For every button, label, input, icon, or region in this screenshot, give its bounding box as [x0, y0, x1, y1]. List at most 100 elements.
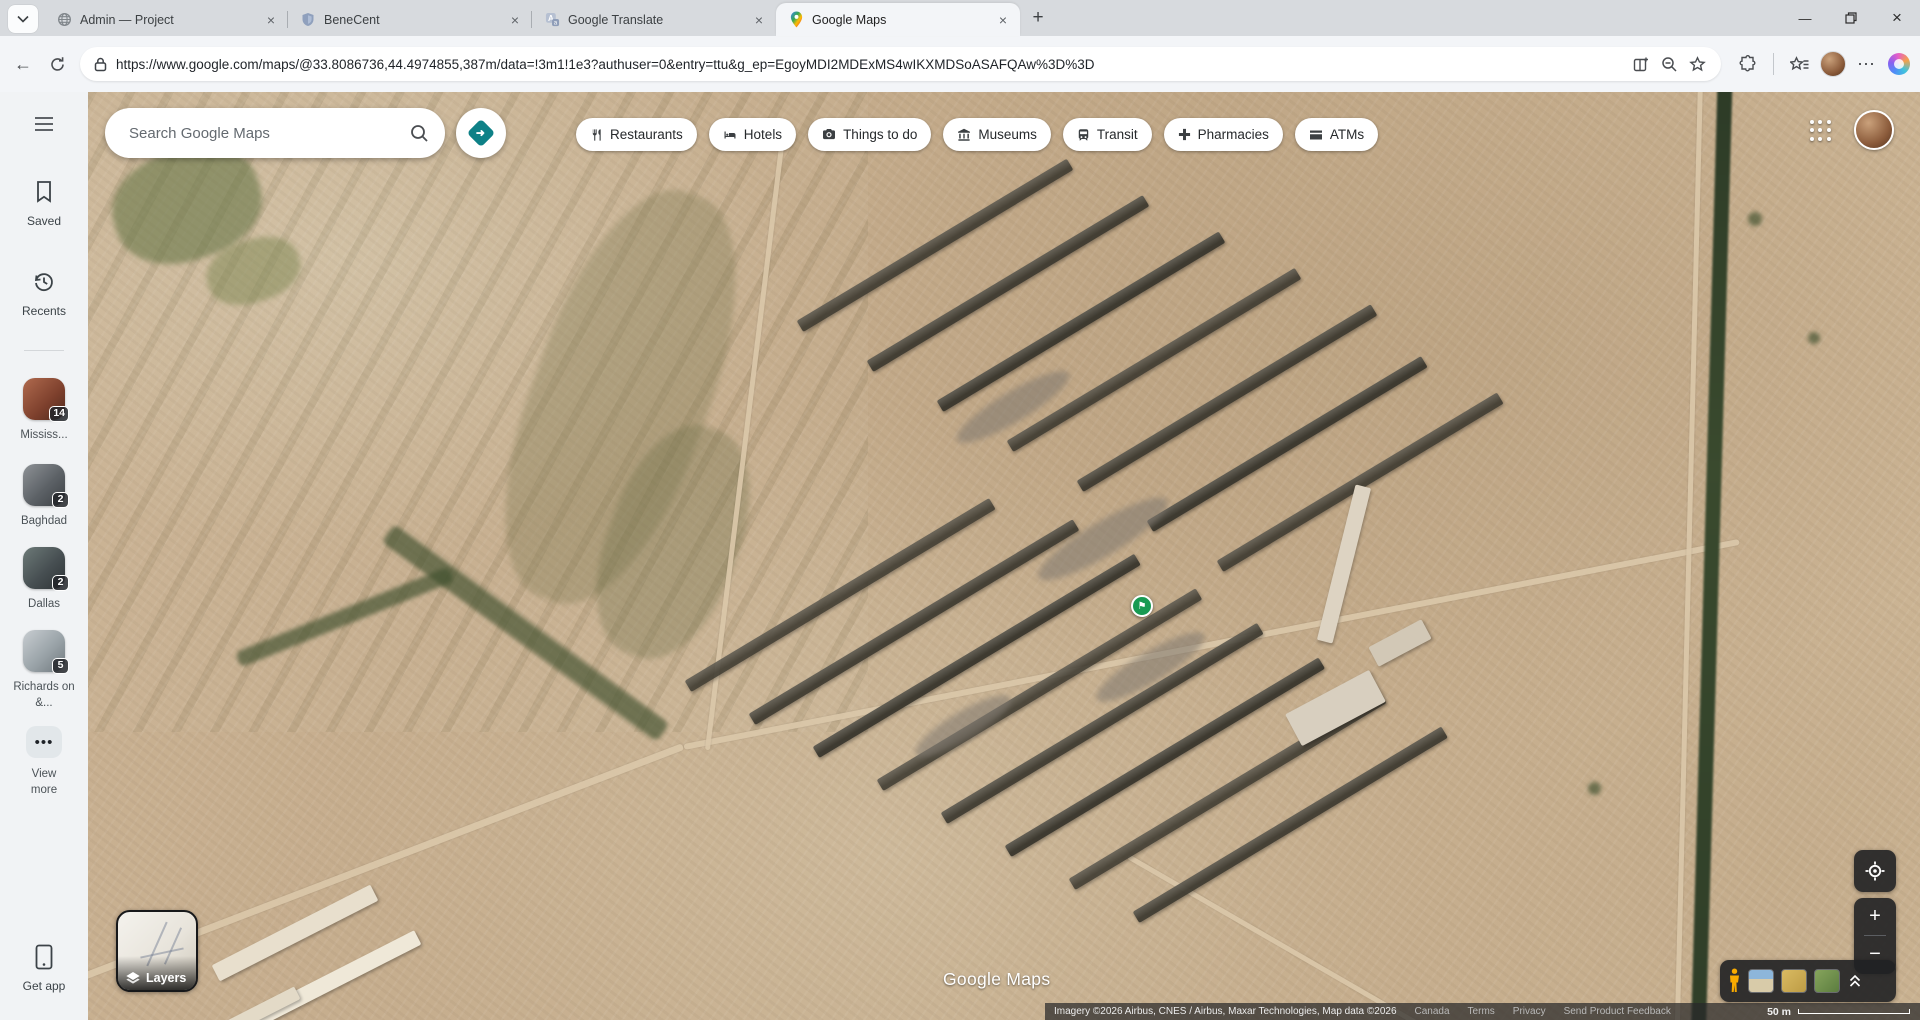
translate-icon: Aa: [544, 12, 560, 28]
tab-strip: Admin — Project × BeneCent × Aa Google T…: [0, 0, 1920, 36]
tree-row: [1808, 332, 1820, 344]
search-input[interactable]: Search Google Maps: [129, 125, 410, 142]
url-text: https://www.google.com/maps/@33.8086736,…: [116, 57, 1627, 72]
imagery-option-default[interactable]: [1748, 969, 1774, 993]
account-avatar[interactable]: [1854, 110, 1894, 150]
sidebar-item-saved[interactable]: Saved: [0, 180, 88, 229]
sidebar-get-app[interactable]: Get app: [0, 944, 88, 994]
directions-button[interactable]: ➜: [456, 108, 506, 158]
collapse-chevron-icon[interactable]: [1849, 974, 1861, 988]
extensions-puzzle-icon[interactable]: [1731, 47, 1765, 81]
tab-google-maps-active[interactable]: Google Maps ×: [776, 3, 1020, 36]
chip-pharmacies[interactable]: Pharmacies: [1164, 118, 1283, 151]
recent-place-richardson[interactable]: 5 Richards on &...: [0, 630, 88, 711]
map-marker-green[interactable]: ⚑: [1131, 595, 1153, 617]
satellite-map[interactable]: ⚑ Search Google Maps ➜ Restaurants Hotel…: [88, 92, 1920, 1020]
museum-icon: [957, 128, 971, 142]
close-tab-icon[interactable]: ×: [750, 11, 768, 29]
favorites-bar-icon[interactable]: [1782, 47, 1816, 81]
bookmark-icon: [34, 180, 54, 204]
copilot-icon[interactable]: [1888, 53, 1910, 75]
tab-title: Admin — Project: [80, 13, 254, 27]
pegman-icon[interactable]: [1728, 968, 1741, 994]
feedback-link[interactable]: Send Product Feedback: [1564, 1006, 1671, 1017]
close-window-button[interactable]: ×: [1874, 0, 1920, 36]
tab-google-translate[interactable]: Aa Google Translate ×: [532, 3, 776, 36]
chip-hotels[interactable]: Hotels: [709, 118, 796, 151]
imagery-toolbar: [1720, 960, 1896, 1002]
tab-benecent[interactable]: BeneCent ×: [288, 3, 532, 36]
new-tab-button[interactable]: +: [1024, 5, 1052, 33]
search-box[interactable]: Search Google Maps: [105, 108, 445, 158]
back-button[interactable]: ←: [6, 47, 40, 81]
zoom-out-page-icon[interactable]: [1655, 50, 1683, 78]
recent-place-mississauga[interactable]: 14 Mississ...: [0, 378, 88, 444]
my-location-button[interactable]: [1854, 850, 1896, 892]
settings-ellipsis-icon[interactable]: ⋯: [1850, 47, 1884, 81]
zoom-in-button[interactable]: +: [1854, 898, 1896, 935]
place-label: Richards on &...: [9, 680, 79, 711]
sidebar-item-recents[interactable]: Recents: [0, 270, 88, 319]
restore-button[interactable]: [1828, 0, 1874, 36]
chip-transit[interactable]: Transit: [1063, 118, 1152, 151]
browser-window: Admin — Project × BeneCent × Aa Google T…: [0, 0, 1920, 1020]
my-location-icon: [1864, 860, 1886, 882]
google-maps-pin-icon: [788, 12, 804, 28]
history-clock-icon: [32, 270, 56, 294]
hotels-icon: [723, 128, 737, 142]
chip-atms[interactable]: ATMs: [1295, 118, 1378, 151]
main-menu-button[interactable]: [0, 116, 88, 132]
recent-place-dallas[interactable]: 2 Dallas: [0, 547, 88, 613]
map-scale: 50 m: [1767, 1006, 1910, 1018]
place-label: Dallas: [28, 597, 60, 613]
sidebar-view-more[interactable]: ••• View more: [0, 726, 88, 798]
camera-icon: [822, 128, 836, 141]
toolbar-divider: [1773, 53, 1774, 75]
chip-restaurants[interactable]: Restaurants: [576, 118, 697, 151]
chevron-down-icon: [17, 15, 29, 23]
imagery-option-terrain[interactable]: [1781, 969, 1807, 993]
tab-admin-project[interactable]: Admin — Project ×: [44, 3, 288, 36]
address-bar[interactable]: https://www.google.com/maps/@33.8086736,…: [80, 47, 1721, 81]
place-badge: 2: [52, 575, 69, 591]
place-thumbnail: 2: [23, 464, 65, 506]
imagery-option-vegetation[interactable]: [1814, 969, 1840, 993]
favorite-star-icon[interactable]: [1683, 50, 1711, 78]
close-tab-icon[interactable]: ×: [262, 11, 280, 29]
attribution-bar: Imagery ©2026 Airbus, CNES / Airbus, Max…: [1045, 1003, 1920, 1020]
tab-actions-menu-button[interactable]: [8, 5, 38, 33]
recents-label: Recents: [22, 303, 66, 319]
page-content: Saved Recents 14 Mississ... 2 Baghdad: [0, 92, 1920, 1020]
google-maps-watermark: Google Maps: [943, 969, 1050, 990]
place-badge: 14: [49, 406, 69, 422]
place-badge: 5: [52, 658, 69, 674]
place-label: Mississ...: [20, 428, 67, 444]
layers-icon: [125, 971, 141, 985]
close-tab-icon[interactable]: ×: [506, 11, 524, 29]
place-thumbnail: 14: [23, 378, 65, 420]
search-icon[interactable]: [410, 124, 429, 143]
chip-museums[interactable]: Museums: [943, 118, 1051, 151]
terms-link[interactable]: Terms: [1468, 1006, 1495, 1017]
split-screen-icon[interactable]: [1627, 50, 1655, 78]
maps-sidebar: Saved Recents 14 Mississ... 2 Baghdad: [0, 92, 88, 1020]
minimize-button[interactable]: —: [1782, 0, 1828, 36]
chip-label: Transit: [1097, 127, 1138, 142]
google-apps-grid-icon[interactable]: [1810, 120, 1832, 142]
layers-control[interactable]: Layers: [116, 910, 198, 992]
place-badge: 2: [52, 492, 69, 508]
browser-toolbar: ← https://www.google.com/maps/@33.808673…: [0, 36, 1920, 92]
category-chips: Restaurants Hotels Things to do Museums …: [576, 118, 1378, 151]
place-thumbnail: 2: [23, 547, 65, 589]
browser-profile-avatar[interactable]: [1820, 51, 1846, 77]
window-controls: — ×: [1782, 0, 1920, 36]
chip-things-to-do[interactable]: Things to do: [808, 118, 931, 151]
privacy-link[interactable]: Privacy: [1513, 1006, 1546, 1017]
tab-title: Google Maps: [812, 13, 986, 27]
refresh-button[interactable]: [40, 47, 74, 81]
train-icon: [1077, 128, 1090, 142]
view-more-label: View more: [22, 767, 66, 798]
recent-place-baghdad[interactable]: 2 Baghdad: [0, 464, 88, 530]
place-thumbnail: 5: [23, 630, 65, 672]
close-tab-icon[interactable]: ×: [994, 11, 1012, 29]
